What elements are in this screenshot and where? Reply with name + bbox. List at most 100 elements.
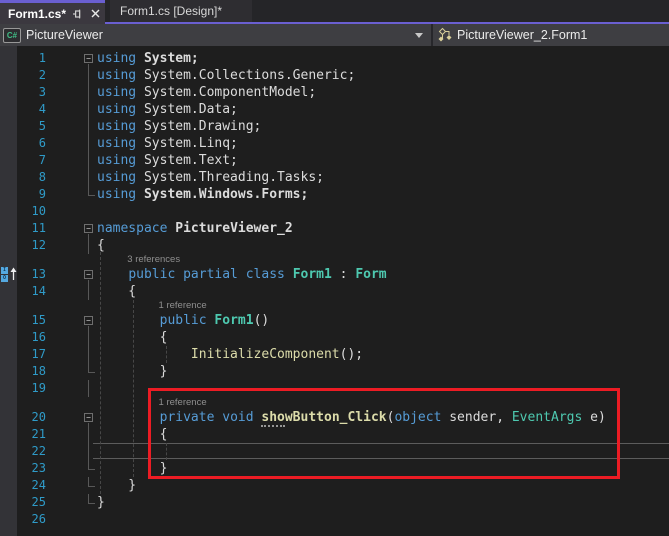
code-line[interactable]: 22 <box>0 443 669 460</box>
code-line[interactable]: 8using System.Threading.Tasks; <box>0 169 669 186</box>
code-line[interactable]: 11−namespace PictureViewer_2 <box>0 220 669 237</box>
codelens-label[interactable]: 1 reference <box>159 397 207 408</box>
code-line[interactable]: 17 InitializeComponent(); <box>0 346 669 363</box>
code-line[interactable]: 9using System.Windows.Forms; <box>0 186 669 203</box>
code-line[interactable]: 24 } <box>0 477 669 494</box>
code-line[interactable]: 1−using System; <box>0 50 669 67</box>
code-line[interactable]: 2using System.Collections.Generic; <box>0 67 669 84</box>
code-line[interactable]: 26 <box>0 511 669 528</box>
line-number: 9 <box>17 186 47 203</box>
line-number: 6 <box>17 135 47 152</box>
line-number: 14 <box>17 283 47 300</box>
code-editor[interactable]: 1−using System;2using System.Collections… <box>0 46 669 536</box>
fold-margin[interactable]: − <box>47 409 97 426</box>
member-scope-dropdown[interactable]: PictureViewer_2.Form1 <box>433 24 669 46</box>
project-scope-dropdown[interactable]: C# PictureViewer <box>0 24 431 46</box>
project-scope-label: PictureViewer <box>26 28 103 42</box>
fold-margin[interactable]: − <box>47 50 97 67</box>
fold-margin[interactable] <box>47 380 97 397</box>
fold-margin[interactable] <box>47 494 97 511</box>
fold-margin[interactable] <box>47 443 97 460</box>
fold-margin[interactable]: − <box>47 312 97 329</box>
code-line[interactable]: 5using System.Drawing; <box>0 118 669 135</box>
code-line[interactable]: 21 { <box>0 426 669 443</box>
close-icon[interactable] <box>89 7 102 20</box>
line-number: 20 <box>17 409 47 426</box>
fold-margin[interactable] <box>47 283 97 300</box>
line-number: 2 <box>17 67 47 84</box>
line-number: 18 <box>17 363 47 380</box>
line-number: 5 <box>17 118 47 135</box>
code-line[interactable]: 20− private void showButton_Click(object… <box>0 409 669 426</box>
line-number: 8 <box>17 169 47 186</box>
fold-margin[interactable] <box>47 363 97 380</box>
fold-collapse-box[interactable]: − <box>84 54 93 63</box>
fold-margin[interactable] <box>47 329 97 346</box>
csharp-project-icon: C# <box>3 28 21 43</box>
fold-margin[interactable] <box>47 237 97 254</box>
line-number: 19 <box>17 380 47 397</box>
fold-collapse-box[interactable]: − <box>84 316 93 325</box>
fold-collapse-box[interactable]: − <box>84 413 93 422</box>
fold-margin[interactable]: − <box>47 266 97 283</box>
line-number: 21 <box>17 426 47 443</box>
fold-margin[interactable] <box>47 203 97 220</box>
fold-margin[interactable] <box>47 346 97 363</box>
codelens-row[interactable]: 1 reference <box>0 300 669 312</box>
line-number: 7 <box>17 152 47 169</box>
code-line[interactable]: 25} <box>0 494 669 511</box>
code-line[interactable]: 16 { <box>0 329 669 346</box>
fold-collapse-box[interactable]: − <box>84 270 93 279</box>
fold-margin[interactable] <box>47 101 97 118</box>
line-number: 3 <box>17 84 47 101</box>
code-line[interactable]: 7using System.Text; <box>0 152 669 169</box>
line-number: 1 <box>17 50 47 67</box>
fold-collapse-box[interactable]: − <box>84 224 93 233</box>
fold-margin[interactable] <box>47 118 97 135</box>
fold-margin[interactable] <box>47 135 97 152</box>
line-number: 17 <box>17 346 47 363</box>
fold-margin[interactable] <box>47 169 97 186</box>
code-line[interactable]: 14 { <box>0 283 669 300</box>
fold-margin[interactable] <box>47 426 97 443</box>
code-line[interactable]: 3using System.ComponentModel; <box>0 84 669 101</box>
fold-margin[interactable] <box>47 152 97 169</box>
tab-form1-cs-design[interactable]: Form1.cs [Design]* <box>110 0 252 22</box>
code-line[interactable]: IO13− public partial class Form1 : Form <box>0 266 669 283</box>
chevron-down-icon[interactable] <box>415 33 423 38</box>
code-line[interactable]: 10 <box>0 203 669 220</box>
codelens-row[interactable]: 3 references <box>0 254 669 266</box>
code-line[interactable]: 18 } <box>0 363 669 380</box>
code-area[interactable]: 1−using System;2using System.Collections… <box>0 46 669 536</box>
member-scope-label: PictureViewer_2.Form1 <box>457 28 587 42</box>
fold-margin[interactable] <box>47 84 97 101</box>
tab-form1-cs[interactable]: Form1.cs* <box>0 0 105 24</box>
fold-margin[interactable] <box>47 186 97 203</box>
codelens-row[interactable]: 1 reference <box>0 397 669 409</box>
line-number: 13 <box>17 266 47 283</box>
code-line[interactable]: 23 } <box>0 460 669 477</box>
codelens-label[interactable]: 1 reference <box>159 300 207 311</box>
inheritance-margin-icon[interactable]: IO <box>1 267 17 282</box>
line-number: 24 <box>17 477 47 494</box>
line-number: 26 <box>17 511 47 528</box>
code-line[interactable]: 12{ <box>0 237 669 254</box>
fold-margin[interactable] <box>47 67 97 84</box>
line-number: 25 <box>17 494 47 511</box>
fold-margin[interactable] <box>47 460 97 477</box>
code-line[interactable]: 19 <box>0 380 669 397</box>
code-line[interactable]: 6using System.Linq; <box>0 135 669 152</box>
line-number: 4 <box>17 101 47 118</box>
pin-icon[interactable] <box>71 7 84 20</box>
codelens-label[interactable]: 3 references <box>127 254 180 265</box>
fold-margin[interactable] <box>47 511 97 528</box>
class-icon <box>437 27 454 43</box>
code-line[interactable]: 15− public Form1() <box>0 312 669 329</box>
line-number: 11 <box>17 220 47 237</box>
line-number: 15 <box>17 312 47 329</box>
tab-label: Form1.cs* <box>8 7 66 21</box>
code-line[interactable]: 4using System.Data; <box>0 101 669 118</box>
code-navigation-bar: C# PictureViewer PictureViewer_2.Form1 <box>0 24 669 46</box>
fold-margin[interactable]: − <box>47 220 97 237</box>
fold-margin[interactable] <box>47 477 97 494</box>
